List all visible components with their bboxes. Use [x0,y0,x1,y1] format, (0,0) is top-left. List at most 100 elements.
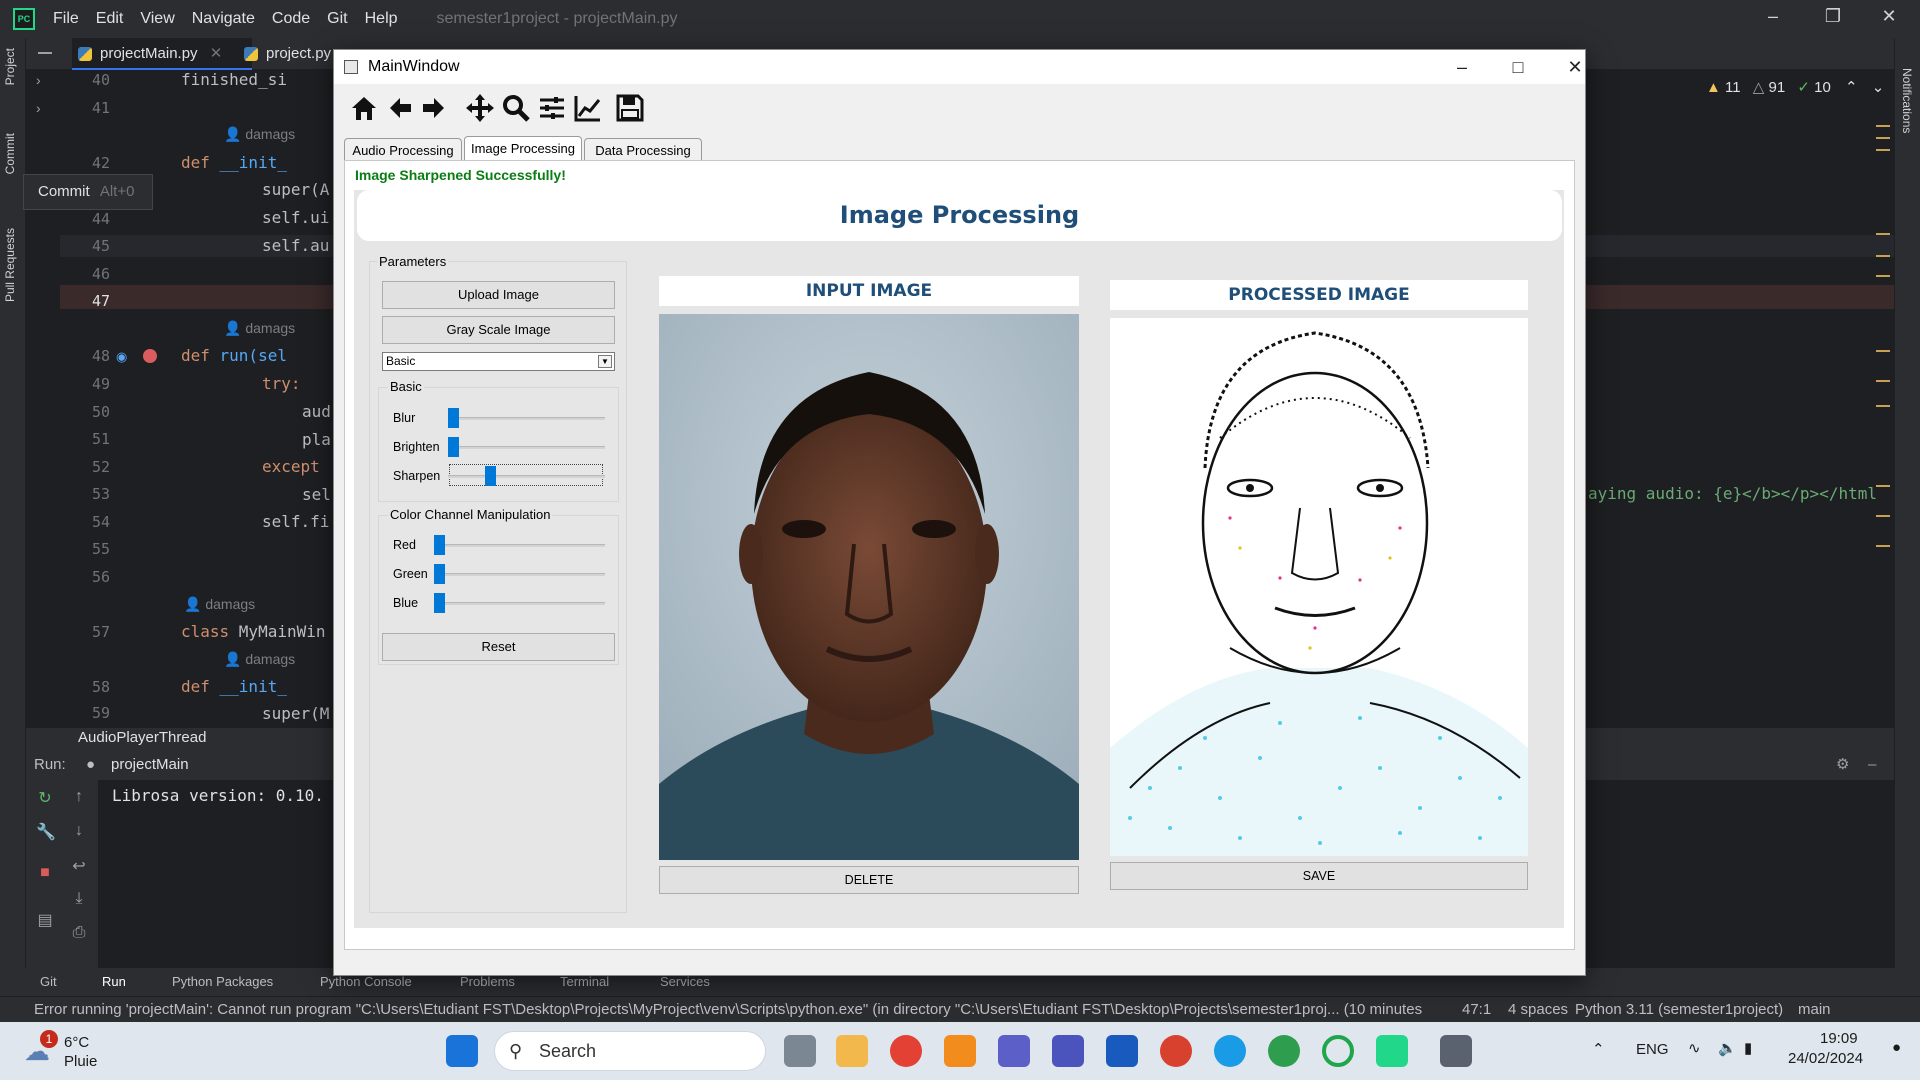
task-view-icon[interactable] [784,1035,816,1067]
red-slider-handle[interactable] [434,535,445,555]
menu-navigate[interactable]: Navigate [192,10,255,28]
file-explorer-icon[interactable] [836,1035,868,1067]
wrench-icon[interactable]: 🔧 [36,822,56,841]
scroll-to-end-icon[interactable]: ⤓ [70,890,88,908]
tool-tab-git[interactable]: Git [40,968,57,996]
hide-panel-icon[interactable]: – [1868,750,1876,780]
green-slider-handle[interactable] [434,564,445,584]
sharpen-slider-handle[interactable] [484,466,496,486]
taskbar-search[interactable]: ⚲ Search [494,1031,766,1071]
teams-new-icon[interactable] [1052,1035,1084,1067]
pan-icon[interactable] [464,92,496,124]
brighten-slider-track[interactable] [448,446,605,449]
save-figure-icon[interactable] [614,92,646,124]
side-tab-notifications[interactable]: Notifications [1900,68,1914,133]
status-message[interactable]: Error running 'projectMain': Cannot run … [34,997,1424,1023]
chrome-icon[interactable] [890,1035,922,1067]
upload-image-button[interactable]: Upload Image [382,281,615,309]
chevron-up-icon[interactable]: ⌃ [1845,79,1858,96]
notification-bell-icon[interactable]: ● [1892,1039,1901,1056]
menu-view[interactable]: View [140,10,174,28]
menu-file[interactable]: File [53,10,79,28]
gray-scale-button[interactable]: Gray Scale Image [382,316,615,344]
up-arrow-icon[interactable]: ↑ [70,788,88,806]
print-icon[interactable]: ⎙ [70,924,88,942]
clock-time[interactable]: 19:09 [1820,1030,1858,1047]
blue-slider-handle[interactable] [434,593,445,613]
blue-slider-track[interactable] [434,602,605,605]
side-tab-commit[interactable]: Commit [3,133,17,174]
teams-icon[interactable] [998,1035,1030,1067]
restore-icon[interactable]: ❐ [1820,6,1846,32]
red-slider-track[interactable] [434,544,605,547]
chrome-profile-icon[interactable] [1160,1035,1192,1067]
interpreter[interactable]: Python 3.11 (semester1project) [1575,997,1783,1023]
minimize-icon[interactable]: – [1439,50,1485,84]
breakpoint-icon[interactable] [143,349,157,363]
menu-code[interactable]: Code [272,10,310,28]
sync-app-icon[interactable] [1322,1035,1354,1067]
chrome-work-icon[interactable] [1268,1035,1300,1067]
forward-arrow-icon[interactable] [418,92,450,124]
clock-date[interactable]: 24/02/2024 [1788,1050,1863,1067]
reset-button[interactable]: Reset [382,633,615,661]
tab-audio-processing[interactable]: Audio Processing [344,138,462,162]
tool-tab-python-packages[interactable]: Python Packages [172,968,273,996]
gear-icon[interactable]: ⚙ [1836,750,1849,780]
blur-slider-track[interactable] [448,417,605,420]
menu-help[interactable]: Help [365,10,398,28]
menu-edit[interactable]: Edit [96,10,124,28]
down-arrow-icon[interactable]: ↓ [70,822,88,840]
minimize-icon[interactable]: – [1760,6,1786,32]
tool-tab-run[interactable]: Run [102,968,126,996]
battery-icon[interactable]: ▮ [1744,1039,1752,1057]
zoom-icon[interactable] [500,92,532,124]
green-slider-track[interactable] [434,573,605,576]
rerun-icon[interactable]: ↻ [36,788,54,807]
tree-expand-icon[interactable]: › [36,72,41,88]
pycharm-icon[interactable] [1376,1035,1408,1067]
run-config-tab[interactable]: projectMain [111,750,189,780]
chevron-down-icon[interactable]: ⌄ [1872,79,1885,96]
start-icon[interactable] [446,1035,478,1067]
edit-axes-icon[interactable] [572,92,604,124]
git-branch[interactable]: main [1798,997,1831,1023]
save-button[interactable]: SAVE [1110,862,1528,890]
home-icon[interactable] [348,92,380,124]
configure-subplots-icon[interactable] [536,92,568,124]
tab-data-processing[interactable]: Data Processing [584,138,702,162]
pycharm-logo-icon[interactable]: PC [13,8,35,30]
error-stripe[interactable] [1876,125,1890,575]
word-icon[interactable] [1106,1035,1138,1067]
side-tab-project[interactable]: Project [3,48,17,85]
language-indicator[interactable]: ENG [1636,1041,1669,1058]
stop-icon[interactable]: ■ [36,864,54,882]
indent-setting[interactable]: 4 spaces [1508,997,1568,1023]
tab-image-processing[interactable]: Image Processing [464,136,582,162]
close-icon[interactable]: ✕ [1552,50,1598,84]
mode-select[interactable]: Basic ▼ [382,352,615,371]
sublime-icon[interactable] [944,1035,976,1067]
close-icon[interactable]: ✕ [1876,6,1902,32]
chevron-up-icon[interactable]: ⌃ [1592,1040,1605,1058]
menu-git[interactable]: Git [327,10,347,28]
layout-icon[interactable]: ▤ [36,910,54,929]
sharpen-slider-track[interactable] [448,475,605,478]
close-tab-icon[interactable]: ✕ [210,45,223,62]
tab-projectmain[interactable]: projectMain.py ✕ [72,38,252,70]
maximize-icon[interactable]: □ [1495,50,1541,84]
edge-icon[interactable] [1214,1035,1246,1067]
collapse-icon[interactable] [38,52,52,54]
volume-icon[interactable]: 🔈 [1718,1039,1737,1057]
python-app-icon[interactable] [1440,1035,1472,1067]
main-window-titlebar[interactable]: MainWindow – □ ✕ [334,50,1585,84]
brighten-slider-handle[interactable] [448,437,459,457]
delete-button[interactable]: DELETE [659,866,1079,894]
back-arrow-icon[interactable] [384,92,416,124]
inspection-widget[interactable]: ▲ 11 △ 91 ✓ 10 ⌃ ⌄ [1706,78,1884,96]
blur-slider-handle[interactable] [448,408,459,428]
caret-position[interactable]: 47:1 [1462,997,1491,1023]
override-icon[interactable]: ◉ [116,349,127,365]
chevron-down-icon[interactable]: ▼ [598,355,612,368]
weather-widget[interactable]: ☁ 1 6°C Pluie [18,1028,138,1074]
